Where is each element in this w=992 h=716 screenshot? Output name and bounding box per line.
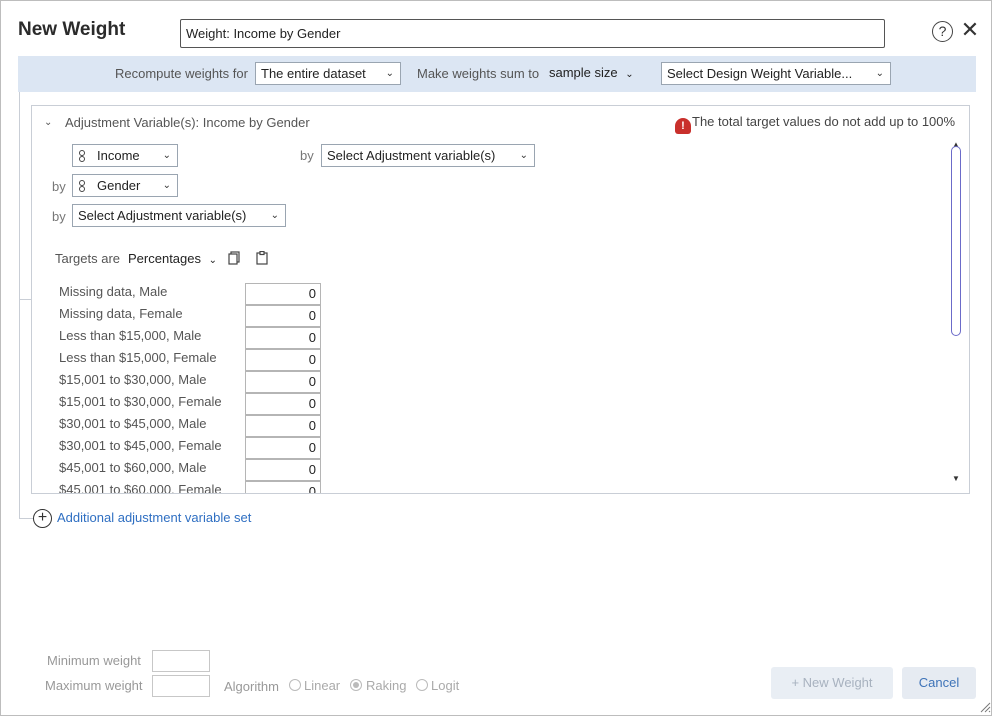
target-row-label: $15,001 to $30,000, Female (59, 394, 222, 409)
linear-radio[interactable] (289, 679, 301, 691)
target-row-input[interactable]: 0 (245, 371, 321, 393)
target-row-label: $45,001 to $60,000, Female (59, 482, 222, 494)
income-variable-select[interactable]: Income ⌄ (72, 144, 178, 167)
income-variable-value: Income (97, 148, 140, 163)
add-adjustment-set-link[interactable]: Additional adjustment variable set (57, 510, 251, 525)
adjustment-variable-select[interactable]: Select Adjustment variable(s) ⌄ (72, 204, 286, 227)
help-icon[interactable]: ? (932, 21, 953, 42)
chevron-down-icon: ⌄ (519, 150, 528, 161)
sum-select-value: sample size (549, 65, 618, 80)
target-row-label: Missing data, Female (59, 306, 183, 321)
paste-icon[interactable] (256, 251, 268, 265)
targets-type-value: Percentages (128, 251, 201, 266)
target-row-input[interactable]: 0 (245, 393, 321, 415)
tree-connector (19, 518, 33, 519)
chevron-down-icon: ⌄ (162, 180, 171, 191)
target-row-input[interactable]: 0 (245, 481, 321, 493)
copy-icon[interactable] (228, 251, 240, 265)
vertical-scrollbar[interactable] (951, 146, 961, 336)
recompute-label: Recompute weights for (115, 66, 248, 81)
design-weight-select[interactable]: Select Design Weight Variable... ⌄ (661, 62, 891, 85)
chevron-down-icon: ⌄ (208, 255, 218, 266)
new-weight-dialog: New Weight Weight: Income by Gender ? ✕ … (0, 0, 992, 716)
recompute-select[interactable]: The entire dataset ⌄ (255, 62, 401, 85)
tree-connector (19, 299, 31, 300)
collapse-chevron-icon[interactable]: ⌄ (44, 117, 52, 128)
scroll-down-arrow-icon[interactable]: ▼ (952, 474, 960, 483)
min-weight-input[interactable] (152, 650, 210, 672)
target-row-label: $30,001 to $45,000, Female (59, 438, 222, 453)
raking-radio[interactable] (350, 679, 362, 691)
new-weight-button[interactable]: + New Weight (771, 667, 893, 699)
tree-connector (19, 92, 20, 519)
max-weight-input[interactable] (152, 675, 210, 697)
by-label: by (300, 148, 314, 163)
chevron-down-icon: ⌄ (162, 150, 171, 161)
targets-type-select[interactable]: Percentages ⌄ (128, 251, 217, 266)
chevron-down-icon: ⌄ (270, 210, 279, 221)
target-row-label: $15,001 to $30,000, Male (59, 372, 207, 387)
by-label: by (52, 209, 66, 224)
target-row-label: Less than $15,000, Male (59, 328, 202, 343)
target-row-input[interactable]: 0 (245, 305, 321, 327)
gender-variable-value: Gender (97, 178, 141, 193)
warning-icon: ! (675, 118, 691, 134)
weight-options-bar: Recompute weights for The entire dataset… (18, 56, 976, 92)
recompute-select-value: The entire dataset (261, 66, 366, 81)
adjustment-variable-select[interactable]: Select Adjustment variable(s) ⌄ (321, 144, 535, 167)
close-icon[interactable]: ✕ (960, 19, 980, 41)
gender-variable-select[interactable]: Gender ⌄ (72, 174, 178, 197)
dialog-title: New Weight (18, 19, 126, 40)
sum-select[interactable]: sample size ⌄ (549, 65, 634, 80)
target-row-input[interactable]: 0 (245, 327, 321, 349)
design-weight-select-value: Select Design Weight Variable... (667, 66, 853, 81)
target-row-input[interactable]: 0 (245, 283, 321, 305)
target-row-label: $45,001 to $60,000, Male (59, 460, 207, 475)
variable-icon (79, 179, 85, 192)
panel-title: Adjustment Variable(s): Income by Gender (65, 115, 310, 130)
min-weight-label: Minimum weight (47, 653, 141, 668)
targets-label: Targets are (55, 251, 121, 266)
logit-radio-label: Logit (431, 678, 460, 693)
adjustment-variable-placeholder: Select Adjustment variable(s) (327, 148, 496, 163)
target-row-label: Missing data, Male (59, 284, 168, 299)
warning-message: The total target values do not add up to… (692, 114, 956, 129)
resize-grip-icon[interactable] (979, 701, 991, 713)
target-row-input[interactable]: 0 (245, 415, 321, 437)
add-circle-icon[interactable]: + (33, 509, 52, 528)
target-row-label: Less than $15,000, Female (59, 350, 217, 365)
cancel-button[interactable]: Cancel (902, 667, 976, 699)
linear-radio-label: Linear (304, 678, 341, 693)
target-row-label: $30,001 to $45,000, Male (59, 416, 207, 431)
logit-radio[interactable] (416, 679, 428, 691)
by-label: by (52, 179, 66, 194)
adjustment-variable-panel: ⌄ Adjustment Variable(s): Income by Gend… (31, 105, 970, 494)
sum-label: Make weights sum to (417, 66, 540, 81)
variable-icon (79, 149, 85, 162)
chevron-down-icon: ⌄ (625, 69, 634, 80)
target-row-input[interactable]: 0 (245, 437, 321, 459)
raking-radio-label: Raking (366, 678, 407, 693)
target-row-input[interactable]: 0 (245, 459, 321, 481)
target-row-input[interactable]: 0 (245, 349, 321, 371)
chevron-down-icon: ⌄ (385, 68, 394, 79)
weight-name-input[interactable]: Weight: Income by Gender (180, 19, 885, 48)
max-weight-label: Maximum weight (45, 678, 143, 693)
chevron-down-icon: ⌄ (875, 68, 884, 79)
adjustment-variable-placeholder: Select Adjustment variable(s) (78, 208, 247, 223)
algorithm-label: Algorithm (224, 679, 279, 694)
